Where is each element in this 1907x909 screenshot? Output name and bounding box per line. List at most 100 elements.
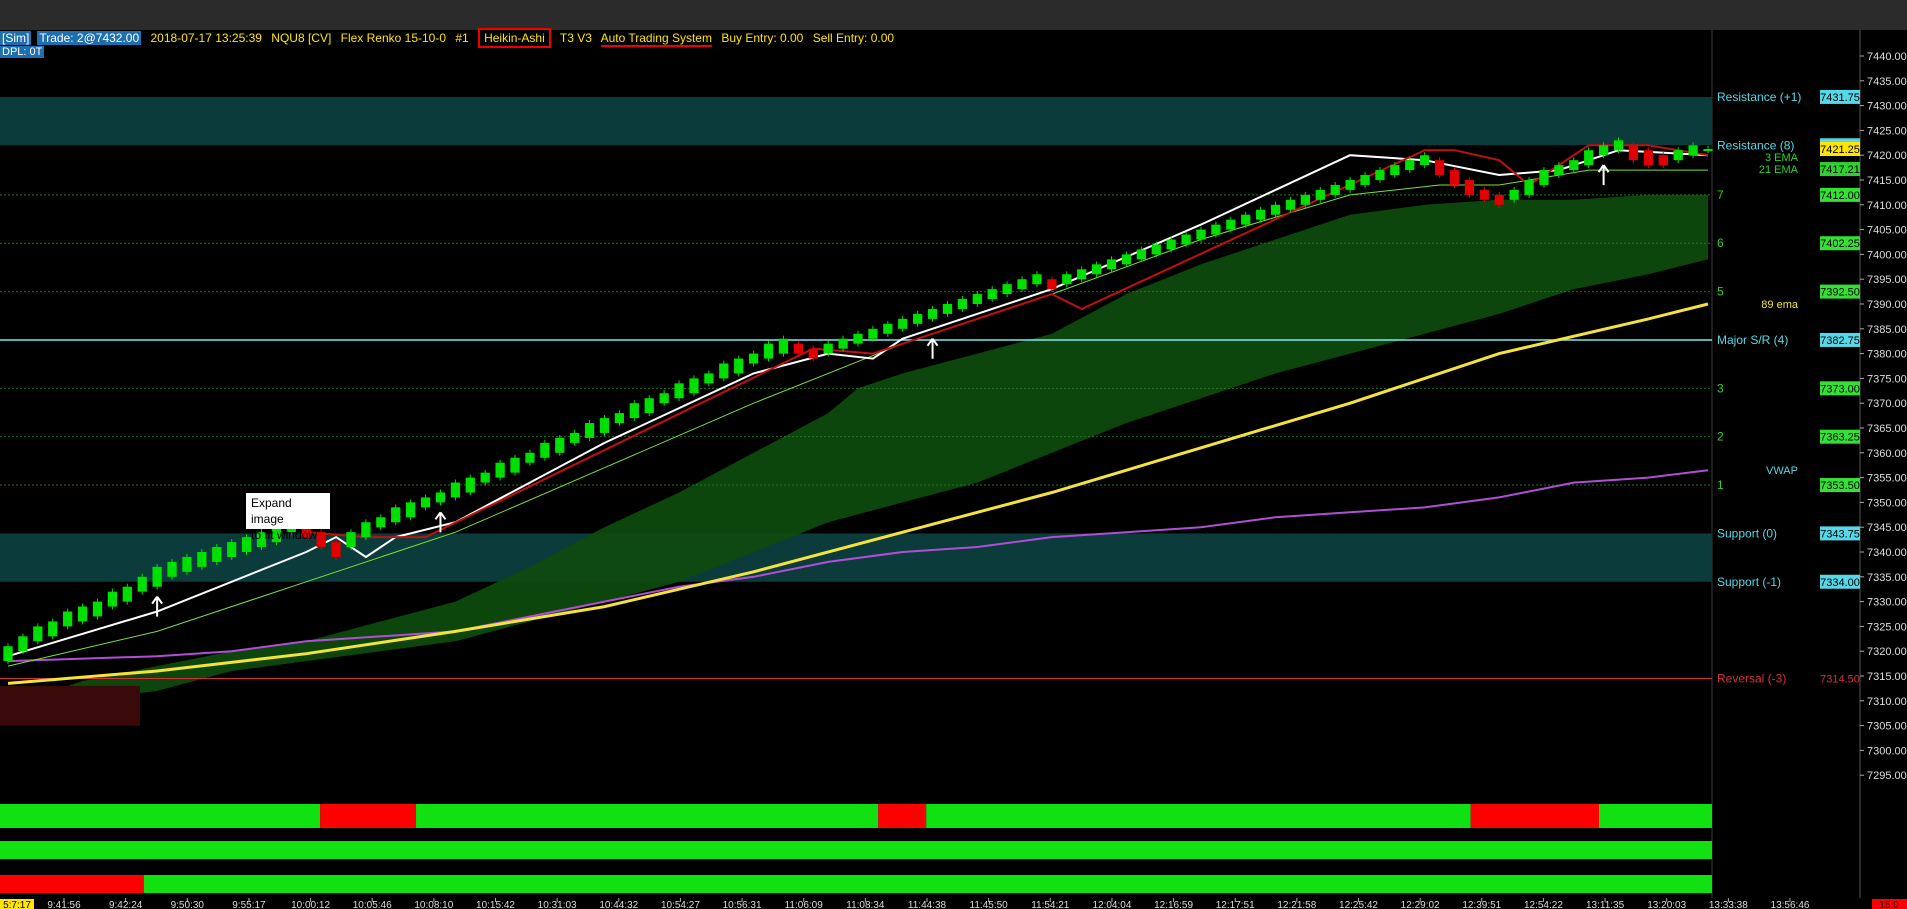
y-tick-label: 7310.00	[1867, 696, 1907, 708]
x-tick-label: 11:44:38	[908, 900, 947, 909]
x-tick-label: 12:17:51	[1216, 900, 1255, 909]
candle	[1136, 249, 1146, 260]
level-label: Support (0)	[1717, 526, 1777, 540]
candle	[778, 338, 789, 354]
candle	[1539, 170, 1549, 185]
indicator-label: 3 EMA	[1765, 152, 1799, 164]
y-tick-label: 7375.00	[1867, 373, 1907, 385]
datetime-text: 2018-07-17 13:25:39	[150, 31, 262, 45]
candle	[1569, 160, 1579, 171]
y-tick-label: 7345.00	[1867, 522, 1907, 534]
strip-1-segment	[878, 804, 927, 828]
y-tick-label: 7340.00	[1867, 547, 1907, 559]
candle	[122, 586, 132, 602]
candle	[1449, 170, 1460, 185]
candle	[18, 636, 28, 652]
candle	[212, 547, 222, 562]
system-name-text: Auto Trading System	[600, 31, 712, 47]
candle	[92, 601, 103, 617]
candle	[1241, 214, 1251, 225]
y-tick-label: 7365.00	[1867, 423, 1907, 435]
candle	[1584, 150, 1594, 166]
x-tick-label: 12:54:22	[1524, 900, 1563, 909]
y-tick-label: 7400.00	[1867, 249, 1907, 261]
candle	[1598, 145, 1609, 156]
resistance-zone	[0, 96, 1712, 146]
candle	[361, 522, 371, 538]
y-tick-label: 7410.00	[1867, 200, 1907, 212]
y-tick-label: 7300.00	[1867, 745, 1907, 757]
level-price-label: 7392.50	[1820, 287, 1860, 299]
candle	[1211, 224, 1221, 235]
candle	[927, 308, 938, 319]
chart-header: [Sim] Trade: 2@7432.00 2018-07-17 13:25:3…	[0, 28, 900, 48]
x-tick-label: 10:05:46	[353, 900, 392, 909]
candle	[1315, 189, 1325, 200]
candle	[197, 552, 207, 567]
candle	[763, 343, 774, 359]
candle	[1613, 140, 1624, 151]
buy-entry-text: Buy Entry: 0.00	[721, 31, 804, 45]
ichimoku-cloud	[8, 194, 1708, 716]
candle	[1270, 204, 1281, 215]
y-tick-label: 7295.00	[1867, 770, 1907, 782]
level-label: 7	[1717, 188, 1724, 202]
chart-number-text: #1	[455, 31, 469, 45]
y-tick-label: 7425.00	[1867, 125, 1907, 137]
candle	[823, 343, 833, 354]
candle	[1196, 229, 1206, 240]
dpl-tag: DPL: 0T	[0, 46, 45, 58]
expand-image-tooltip[interactable]: Expand image to fit window	[246, 493, 330, 542]
candle	[689, 378, 699, 394]
candle	[152, 566, 162, 587]
candle	[1300, 194, 1310, 205]
level-price-label: 7343.75	[1820, 528, 1860, 540]
system-prefix-text: T3 V3	[559, 31, 592, 45]
candle	[1226, 219, 1236, 230]
level-price-label: 7363.25	[1820, 432, 1860, 444]
candle	[63, 611, 73, 627]
level-price-label: 7373.00	[1820, 383, 1860, 395]
x-tick-label: 10:08:10	[414, 900, 453, 909]
cloud-red-segment	[0, 685, 140, 726]
strip-1-segment	[1470, 804, 1600, 828]
candle	[33, 626, 43, 642]
candle	[659, 393, 669, 404]
buy-arrow-icon	[434, 511, 447, 533]
level-label: Resistance (8)	[1717, 138, 1794, 152]
candle	[853, 333, 863, 344]
strip-3-segment	[143, 875, 1713, 893]
x-tick-label: 13:20:03	[1647, 900, 1686, 909]
level-label: 6	[1717, 236, 1724, 250]
bar-type-text: Flex Renko 15-10-0	[340, 31, 447, 45]
candle	[406, 502, 416, 518]
y-tick-label: 7390.00	[1867, 299, 1907, 311]
candle	[1166, 239, 1176, 250]
y-tick-label: 7430.00	[1867, 101, 1907, 113]
y-tick-label: 7415.00	[1867, 175, 1907, 187]
x-tick-label: 13:56:46	[1771, 900, 1810, 909]
candle	[793, 343, 803, 354]
candle	[1390, 165, 1400, 176]
x-tick-label: 12:25:42	[1339, 900, 1378, 909]
x-tick-label: 11:08:34	[846, 900, 885, 909]
candle	[883, 323, 893, 334]
candle	[868, 328, 878, 339]
indicator-label: 89 ema	[1761, 299, 1799, 311]
candle	[599, 418, 610, 433]
candle	[913, 313, 923, 324]
candle	[182, 556, 192, 572]
y-tick-label: 7395.00	[1867, 274, 1907, 286]
strip-1-segment	[1599, 804, 1712, 828]
candle	[1509, 189, 1519, 200]
sim-tag: [Sim]	[0, 31, 32, 45]
candle	[227, 542, 237, 557]
x-tick-label: 10:54:27	[661, 900, 700, 909]
candle	[1554, 165, 1564, 176]
tooltip-line-1: Expand image	[251, 496, 292, 526]
candle	[1106, 259, 1117, 270]
level-price-label: 7412.00	[1820, 190, 1860, 202]
chart-canvas[interactable]: Resistance (+1)7431.75Resistance (8)7422…	[0, 0, 1907, 909]
candle	[644, 398, 654, 414]
strip-1-segment	[0, 804, 321, 828]
